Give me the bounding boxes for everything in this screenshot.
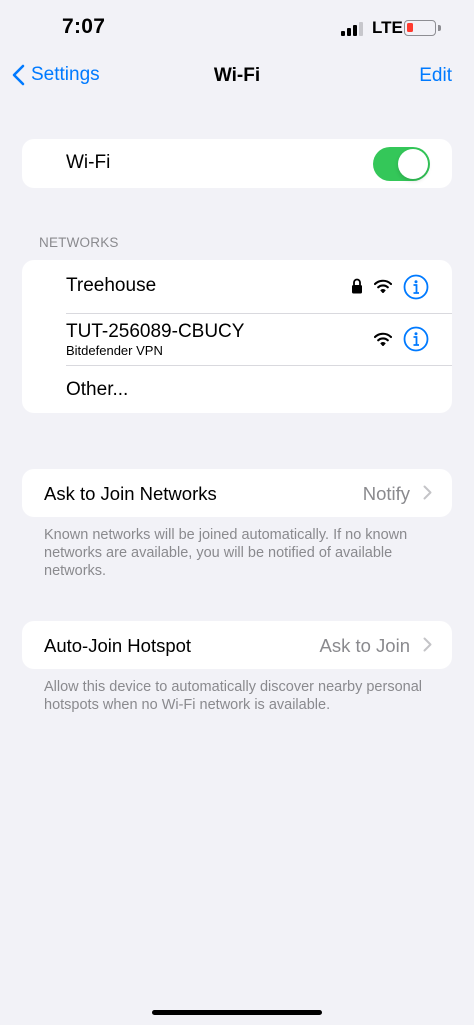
network-row-treehouse[interactable]: Treehouse	[22, 260, 452, 313]
network-row-other[interactable]: Other...	[22, 365, 452, 413]
networks-list: Treehouse TUT-256089-CBUCY Bitdefender V…	[22, 260, 452, 413]
network-name: Treehouse	[66, 275, 157, 296]
lock-icon	[352, 278, 362, 294]
info-circle-icon[interactable]	[403, 274, 429, 300]
toggle-knob	[398, 149, 428, 179]
status-bar: 7:07 LTE	[0, 0, 474, 56]
page-title: Wi-Fi	[213, 65, 261, 86]
battery-tip	[438, 25, 441, 31]
wifi-toggle-row: Wi-Fi	[22, 139, 452, 188]
chevron-right-icon	[423, 485, 432, 500]
auto-join-hotspot-row[interactable]: Auto-Join Hotspot Ask to Join	[22, 621, 452, 669]
ask-to-join-row[interactable]: Ask to Join Networks Notify	[22, 469, 452, 517]
network-type: LTE	[372, 18, 403, 37]
battery-icon	[404, 20, 436, 36]
wifi-toggle[interactable]	[373, 147, 430, 181]
networks-header: NETWORKS	[39, 235, 119, 250]
wifi-label: Wi-Fi	[66, 152, 111, 173]
auto-join-footnote: Allow this device to automatically disco…	[44, 679, 422, 713]
wifi-signal-icon	[374, 332, 392, 346]
edit-button[interactable]: Edit	[419, 65, 452, 87]
ask-to-join-footnote: Known networks will be joined automatica…	[44, 527, 408, 579]
wifi-signal-icon	[374, 279, 392, 293]
auto-join-value: Ask to Join	[319, 635, 411, 656]
ask-to-join-label: Ask to Join Networks	[44, 483, 217, 504]
ask-to-join-value: Notify	[362, 483, 410, 504]
cellular-signal-icon	[341, 22, 367, 36]
home-indicator[interactable]	[152, 1010, 322, 1015]
chevron-right-icon	[423, 637, 432, 652]
network-row-tut[interactable]: TUT-256089-CBUCY Bitdefender VPN	[22, 313, 452, 365]
network-subtitle: Bitdefender VPN	[66, 343, 163, 358]
network-name: TUT-256089-CBUCY	[66, 321, 245, 342]
auto-join-label: Auto-Join Hotspot	[44, 635, 192, 656]
status-time: 7:07	[62, 15, 106, 38]
navigation-bar: Settings Wi-Fi Edit	[0, 56, 474, 100]
other-network-label: Other...	[66, 379, 129, 400]
info-circle-icon[interactable]	[403, 326, 429, 352]
